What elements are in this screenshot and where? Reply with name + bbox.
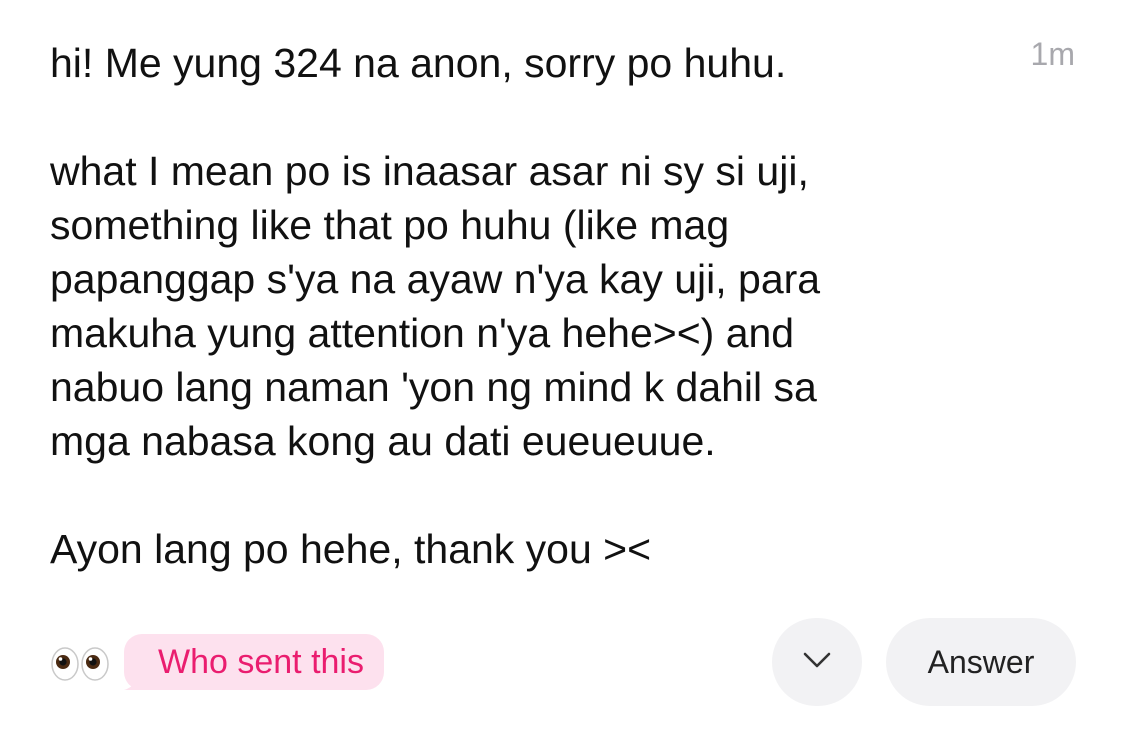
message-paragraph-main: what I mean po is inaasar asar ni sy si … xyxy=(50,148,821,464)
who-sent-this-button[interactable]: Who sent this xyxy=(124,634,384,690)
message-timestamp: 1m xyxy=(1030,36,1075,72)
message-paragraph-closing: Ayon lang po hehe, thank you >< xyxy=(50,526,652,572)
answer-button-label: Answer xyxy=(927,643,1035,680)
speech-bubble-tail xyxy=(124,668,152,690)
message-card: 1m hi! Me yung 324 na anon, sorry po huh… xyxy=(0,0,1125,753)
chevron-down-icon xyxy=(802,651,832,674)
who-sent-this-label: Who sent this xyxy=(158,642,364,681)
answer-button[interactable]: Answer xyxy=(886,618,1076,706)
message-paragraph-greeting: hi! Me yung 324 na anon, sorry po huhu. xyxy=(50,40,787,86)
more-options-button[interactable] xyxy=(772,618,862,706)
message-body: hi! Me yung 324 na anon, sorry po huhu. … xyxy=(50,36,990,576)
eyes-icon xyxy=(50,646,110,682)
